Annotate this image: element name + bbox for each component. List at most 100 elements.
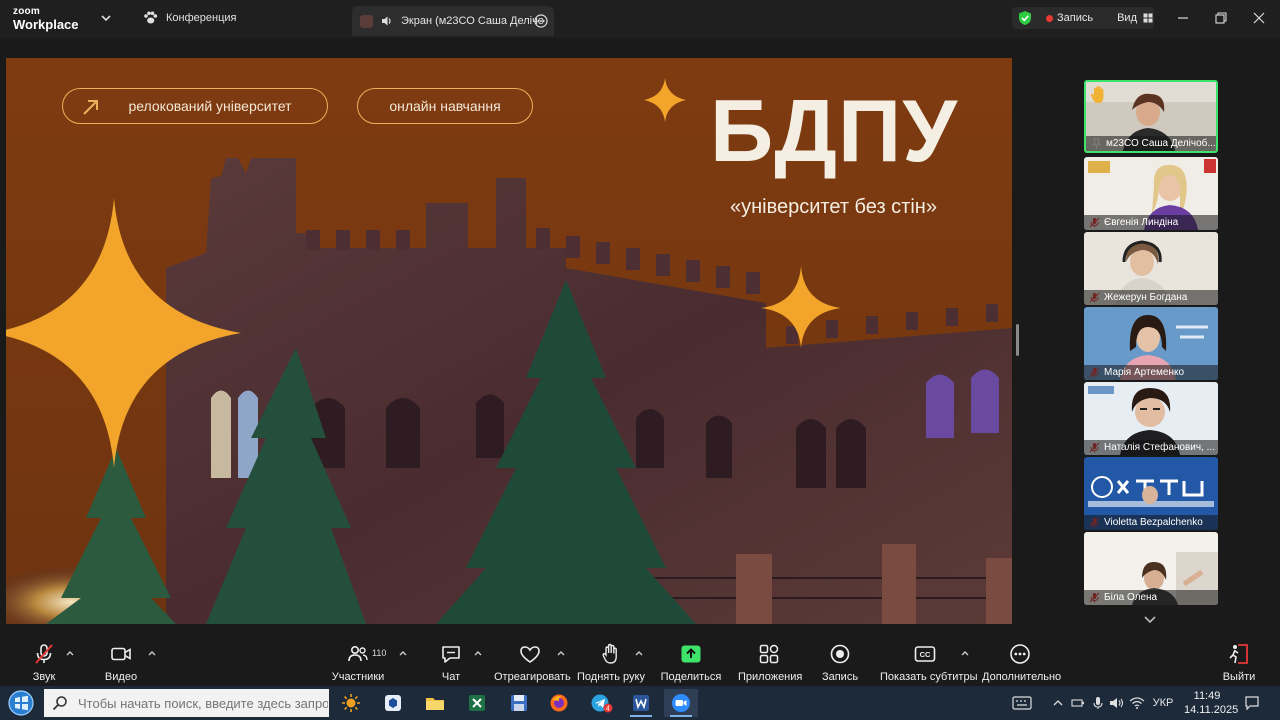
leave-label: Выйти <box>1222 671 1256 683</box>
participant-name: м23СО Саша Делічоб... <box>1086 136 1216 151</box>
apps-button[interactable]: Приложения <box>738 642 802 684</box>
pill-online-text: онлайн навчання <box>389 98 501 114</box>
chevron-down-icon[interactable] <box>100 12 112 24</box>
taskbar-search[interactable] <box>44 689 329 717</box>
svg-text:CC: CC <box>920 650 931 659</box>
conference-label: Конференция <box>166 12 237 24</box>
conference-menu[interactable]: Конференция <box>143 11 236 25</box>
tray-language[interactable]: УКР <box>1150 694 1176 712</box>
participants-count: 110 <box>372 648 387 658</box>
taskbar-app-word[interactable] <box>624 689 658 717</box>
tray-keyboard-icon[interactable] <box>1010 694 1034 712</box>
captions-label: Показать субтитры <box>880 671 978 683</box>
captions-button[interactable]: CC Показать субтитры <box>880 642 978 684</box>
word-icon <box>633 695 649 711</box>
taskbar-clock[interactable]: 11:49 14.11.2025 <box>1184 689 1239 717</box>
brand-top: zoom <box>13 6 40 17</box>
chat-button[interactable]: Чат <box>434 642 468 684</box>
taskbar-app-telegram[interactable]: 4 <box>584 689 618 717</box>
volume-icon <box>1110 698 1124 708</box>
screen-share-tab[interactable]: Экран (м23СО Саша Делічо <box>352 6 554 36</box>
taskbar-app-firefox[interactable] <box>542 689 576 717</box>
stop-share-icon[interactable] <box>360 14 373 28</box>
more-options-icon[interactable] <box>534 14 548 28</box>
chevron-up-icon <box>1053 700 1063 706</box>
more-button[interactable]: Дополнительно <box>982 642 1061 684</box>
view-button[interactable]: Вид <box>1117 12 1137 24</box>
tray-show-hidden-icons[interactable] <box>1050 694 1066 712</box>
audio-label: Звук <box>32 671 56 683</box>
security-app-icon <box>385 695 401 711</box>
close-icon <box>1253 12 1265 24</box>
muted-mic-icon <box>35 644 53 664</box>
taskbar-app-zoom[interactable] <box>664 689 698 717</box>
meeting-toolbar: Звук Видео Участники 110 Чат Отреагирова… <box>0 636 1280 686</box>
title-bar: zoom Workplace Конференция Экран (м23СО … <box>0 0 1280 38</box>
close-button[interactable] <box>1248 8 1270 28</box>
telegram-icon: 4 <box>591 694 613 713</box>
chat-options-chevron-icon[interactable] <box>473 648 483 658</box>
participant-tile[interactable]: м23СО Саша Делічоб... <box>1084 80 1218 153</box>
zoom-window: zoom Workplace Конференция Экран (м23СО … <box>0 0 1280 720</box>
windows-taskbar: 4 УКР 11:49 14.11.2025 <box>0 686 1280 720</box>
taskbar-app-explorer[interactable] <box>418 689 452 717</box>
heart-icon <box>520 646 540 663</box>
audio-button[interactable]: Звук <box>24 642 64 684</box>
video-label: Видео <box>104 671 138 683</box>
participant-tile[interactable]: Наталія Стефанович, ... <box>1084 382 1218 455</box>
firefox-icon <box>550 694 568 712</box>
participant-name: Жежерун Богдана <box>1084 290 1218 305</box>
slide-subtitle: «університет без стін» <box>730 196 937 218</box>
microphone-icon <box>1093 697 1103 709</box>
share-button[interactable]: Поделиться <box>660 642 722 684</box>
raise-hand-options-chevron-icon[interactable] <box>634 648 644 658</box>
tray-battery-icon[interactable] <box>1070 694 1086 712</box>
resize-handle[interactable] <box>1016 324 1019 356</box>
tray-mic-icon[interactable] <box>1090 694 1106 712</box>
gallery-scroll-down-icon[interactable] <box>1143 612 1157 626</box>
chat-label: Чат <box>441 671 461 683</box>
participant-tile[interactable]: Жежерун Богдана <box>1084 232 1218 305</box>
video-camera-icon <box>111 647 131 661</box>
participant-tile[interactable]: Євгенія Линдіна <box>1084 157 1218 230</box>
maximize-button[interactable] <box>1210 8 1232 28</box>
recording-label[interactable]: Запись <box>1057 12 1093 24</box>
participants-options-chevron-icon[interactable] <box>398 648 408 658</box>
video-options-chevron-icon[interactable] <box>147 648 157 658</box>
raise-hand-label: Поднять руку <box>577 671 645 683</box>
captions-options-chevron-icon[interactable] <box>960 648 970 658</box>
video-button[interactable]: Видео <box>98 642 144 684</box>
audio-options-chevron-icon[interactable] <box>65 648 75 658</box>
closed-captions-icon: CC <box>914 646 936 662</box>
slide-title: БДПУ <box>710 81 958 180</box>
leave-button[interactable]: Выйти <box>1222 642 1256 684</box>
participant-tile[interactable]: Марія Артеменко <box>1084 307 1218 380</box>
paw-icon <box>144 11 158 24</box>
relocated-university-pill: релокований університет <box>62 88 328 124</box>
minimize-button[interactable] <box>1172 8 1194 28</box>
taskbar-app-weather[interactable] <box>334 689 368 717</box>
pill-relocated-text: релокований університет <box>128 98 292 114</box>
speaker-icon[interactable] <box>381 15 393 27</box>
battery-icon <box>1071 699 1084 707</box>
participants-icon <box>348 646 368 662</box>
taskbar-app-save[interactable] <box>502 689 536 717</box>
participant-tile[interactable]: Violetta Bezpalchenko <box>1084 457 1218 530</box>
zoom-workplace-logo[interactable]: zoom Workplace <box>13 6 79 32</box>
record-button[interactable]: Запись <box>820 642 860 684</box>
clock-date: 14.11.2025 <box>1184 704 1239 716</box>
tray-notifications[interactable] <box>1242 694 1262 712</box>
taskbar-app-security[interactable] <box>376 689 410 717</box>
excel-icon <box>469 695 485 711</box>
participant-tile[interactable]: Біла Олена <box>1084 532 1218 605</box>
share-screen-icon <box>681 645 701 663</box>
search-input[interactable] <box>78 695 328 711</box>
grid-view-icon[interactable] <box>1143 13 1153 23</box>
tray-network-icon[interactable] <box>1128 694 1146 712</box>
tray-volume-icon[interactable] <box>1108 694 1126 712</box>
taskbar-app-excel[interactable] <box>460 689 494 717</box>
shield-icon[interactable] <box>1018 10 1032 26</box>
react-options-chevron-icon[interactable] <box>556 648 566 658</box>
folder-icon <box>426 698 444 710</box>
windows-start-icon[interactable] <box>4 688 38 718</box>
